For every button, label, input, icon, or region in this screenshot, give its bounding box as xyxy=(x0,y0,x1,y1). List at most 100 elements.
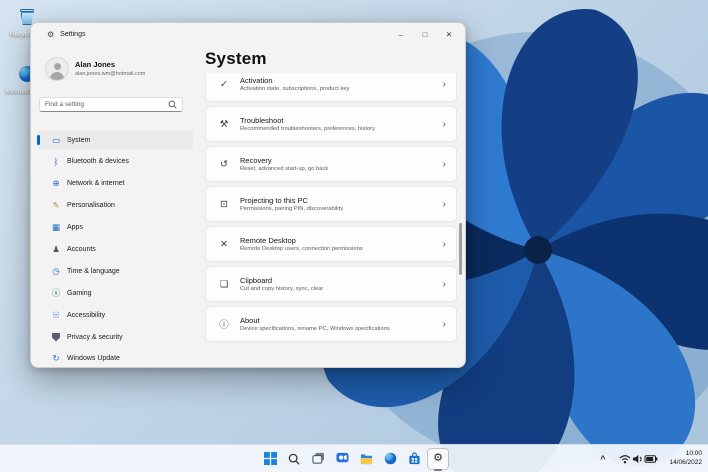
time-language-icon: ◷ xyxy=(52,265,60,276)
task-view-icon xyxy=(311,452,324,464)
taskbar-chat-button[interactable] xyxy=(331,448,353,470)
settings-card-activation[interactable]: ✓ Activation Activation state, subscript… xyxy=(205,73,457,102)
search-icon xyxy=(168,100,177,109)
sidebar-item-label: Bluetooth & devices xyxy=(67,158,129,166)
network-globe-icon: ⊕ xyxy=(52,178,60,189)
scrollbar-thumb[interactable] xyxy=(459,223,462,275)
avatar xyxy=(45,57,69,81)
clock-time: 10:00 xyxy=(685,450,702,457)
chevron-right-icon: › xyxy=(442,278,446,290)
privacy-shield-icon xyxy=(49,332,63,342)
sidebar-item-label: Apps xyxy=(67,224,83,232)
taskbar-task-view-button[interactable] xyxy=(307,448,329,470)
sidebar-item-accounts[interactable]: ♟ Accounts xyxy=(37,239,193,259)
search-icon xyxy=(288,453,300,465)
volume-icon xyxy=(633,454,643,463)
open-app-indicator xyxy=(434,468,442,471)
card-title: About xyxy=(240,315,260,325)
taskbar-edge-button[interactable] xyxy=(379,448,401,470)
sidebar-item-label: Network & internet xyxy=(67,180,125,188)
card-title: Troubleshoot xyxy=(240,115,284,125)
sidebar-item-label: Accessibility xyxy=(67,311,106,319)
close-button[interactable]: ✕ xyxy=(437,25,461,43)
taskbar-settings-button[interactable]: ⚙ xyxy=(427,447,449,471)
taskbar-search-button[interactable] xyxy=(283,448,305,470)
sidebar-item-label: Personalisation xyxy=(67,202,115,210)
maximize-button[interactable]: □ xyxy=(413,25,437,43)
settings-list: ✓ Activation Activation state, subscript… xyxy=(205,73,457,367)
chevron-right-icon: › xyxy=(442,118,446,130)
settings-window: ⚙ Settings – □ ✕ Alan Jones alan.jones.w… xyxy=(30,22,466,368)
taskbar-store-button[interactable] xyxy=(403,448,425,470)
sidebar-item-privacy-security[interactable]: Privacy & security xyxy=(37,327,193,347)
settings-card-clipboard[interactable]: ❏ Clipboard Cut and copy history, sync, … xyxy=(205,266,457,302)
sidebar-nav: ▭ System ᛒ Bluetooth & devices ⊕ Network… xyxy=(37,130,193,367)
sidebar-item-label: System xyxy=(67,136,91,144)
gear-icon: ⚙ xyxy=(47,29,55,39)
window-titlebar[interactable]: ⚙ Settings – □ ✕ xyxy=(31,23,465,45)
about-icon: ⓘ xyxy=(219,320,229,331)
card-title: Recovery xyxy=(240,155,272,165)
minimize-button[interactable]: – xyxy=(389,25,413,43)
tray-overflow-chevron-icon[interactable]: ^ xyxy=(600,454,605,464)
chevron-right-icon: › xyxy=(442,238,446,250)
store-icon xyxy=(408,452,420,465)
card-subtitle: Device specifications, rename PC, Window… xyxy=(240,326,390,333)
card-title: Projecting to this PC xyxy=(240,195,308,205)
window-title: Settings xyxy=(60,30,86,38)
search-input[interactable] xyxy=(45,101,168,108)
taskbar-clock[interactable]: 10:00 14/06/2022 xyxy=(669,450,702,467)
sidebar-item-apps[interactable]: ▦ Apps xyxy=(37,218,193,238)
sidebar-item-windows-update[interactable]: ↻ Windows Update xyxy=(37,349,193,367)
user-email: alan.jones.wm@hotmail.com xyxy=(75,71,146,77)
taskbar-start-button[interactable] xyxy=(259,448,281,470)
sidebar-item-time-language[interactable]: ◷ Time & language xyxy=(37,261,193,281)
troubleshoot-icon: ⚒ xyxy=(219,118,229,130)
chevron-right-icon: › xyxy=(442,158,446,170)
sidebar-item-bluetooth-devices[interactable]: ᛒ Bluetooth & devices xyxy=(37,152,193,172)
recovery-icon: ↺ xyxy=(220,158,228,170)
clock-date: 14/06/2022 xyxy=(669,458,702,466)
card-title: Remote Desktop xyxy=(240,235,296,245)
file-explorer-icon xyxy=(360,454,372,465)
settings-card-recovery[interactable]: ↺ Recovery Reset, advanced start-up, go … xyxy=(205,146,457,182)
system-icon: ▭ xyxy=(51,134,61,145)
chat-icon xyxy=(335,452,349,463)
projecting-icon: ⊡ xyxy=(220,198,228,210)
sidebar-item-gaming[interactable]: ⓧ Gaming xyxy=(37,283,193,303)
card-subtitle: Permissions, pairing PIN, discoverabilit… xyxy=(240,206,344,213)
gaming-icon: ⓧ xyxy=(51,288,61,299)
accounts-icon: ♟ xyxy=(52,243,60,254)
user-name: Alan Jones xyxy=(75,60,116,69)
card-title: Activation xyxy=(240,75,273,85)
card-subtitle: Remote Desktop users, connection permiss… xyxy=(240,246,363,253)
settings-card-remote-desktop[interactable]: ✕ Remote Desktop Remote Desktop users, c… xyxy=(205,226,457,262)
sidebar-item-label: Accounts xyxy=(67,245,96,253)
selected-indicator xyxy=(37,135,40,145)
wifi-icon xyxy=(620,454,631,463)
settings-card-troubleshoot[interactable]: ⚒ Troubleshoot Recommended troubleshoote… xyxy=(205,106,457,142)
sidebar-item-system[interactable]: ▭ System xyxy=(37,130,193,150)
card-subtitle: Recommended troubleshooters, preferences… xyxy=(240,126,376,133)
taskbar-file-explorer-button[interactable] xyxy=(355,448,377,470)
page-title: System xyxy=(205,49,267,68)
battery-icon xyxy=(644,454,658,463)
sidebar-item-network-internet[interactable]: ⊕ Network & internet xyxy=(37,174,193,194)
tray-status-icons[interactable] xyxy=(619,453,659,465)
activation-icon: ✓ xyxy=(220,78,228,90)
sidebar-item-label: Time & language xyxy=(67,267,120,275)
gear-icon: ⚙ xyxy=(433,452,443,464)
taskbar: ⚙ ^ 10:00 14/06/2022 xyxy=(0,444,708,472)
desktop: Recycle Bin Microsoft Edge ⚙ Settings – … xyxy=(0,0,708,472)
sidebar-item-label: Gaming xyxy=(67,289,92,297)
sidebar-item-accessibility[interactable]: ☉ Accessibility xyxy=(37,305,193,325)
settings-card-projecting[interactable]: ⊡ Projecting to this PC Permissions, pai… xyxy=(205,186,457,222)
settings-card-about[interactable]: ⓘ About Device specifications, rename PC… xyxy=(205,306,457,342)
sidebar-item-label: Windows Update xyxy=(67,355,120,363)
card-title: Clipboard xyxy=(240,275,273,285)
apps-icon: ▦ xyxy=(51,222,61,233)
windows-logo-icon xyxy=(263,452,277,465)
sidebar-item-personalisation[interactable]: ✎ Personalisation xyxy=(37,196,193,216)
card-subtitle: Activation state, subscriptions, product… xyxy=(240,86,350,93)
chevron-right-icon: › xyxy=(442,318,446,330)
